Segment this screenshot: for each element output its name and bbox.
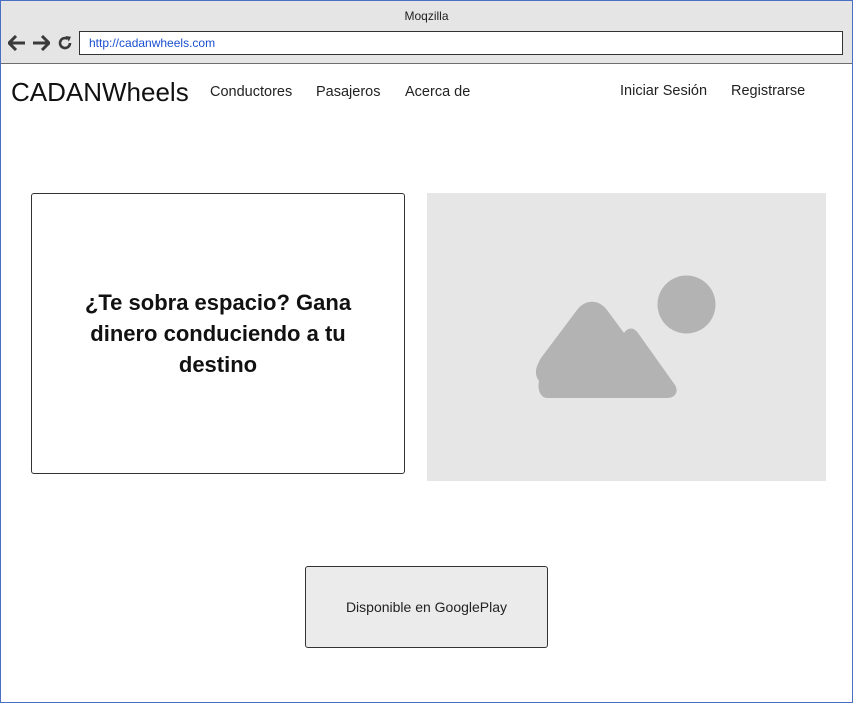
register-link[interactable]: Registrarse: [731, 83, 805, 99]
forward-button[interactable]: [31, 33, 51, 53]
nav-link-acerca-de[interactable]: Acerca de: [405, 84, 470, 100]
arrow-right-icon: [33, 35, 50, 51]
hero-text-box: ¿Te sobra espacio? Gana dinero conducien…: [31, 193, 405, 474]
image-placeholder-icon: [535, 275, 716, 398]
browser-window: Moqzilla CADANWheels Conductores Pasajer…: [0, 0, 853, 703]
back-button[interactable]: [7, 33, 27, 53]
address-bar[interactable]: [79, 31, 843, 55]
browser-chrome: Moqzilla: [1, 1, 852, 64]
window-title: Moqzilla: [404, 9, 449, 23]
url-input[interactable]: [80, 32, 842, 54]
nav-link-pasajeros[interactable]: Pasajeros: [316, 84, 380, 100]
googleplay-button[interactable]: Disponible en GooglePlay: [305, 566, 548, 648]
reload-button[interactable]: [55, 33, 75, 53]
hero-image-placeholder: [427, 193, 826, 481]
reload-icon: [58, 36, 72, 50]
nav-link-conductores[interactable]: Conductores: [210, 84, 292, 100]
site-logo[interactable]: CADANWheels: [11, 77, 189, 108]
hero-heading: ¿Te sobra espacio? Gana dinero conducien…: [84, 290, 352, 377]
arrow-left-icon: [8, 35, 25, 51]
login-link[interactable]: Iniciar Sesión: [620, 83, 707, 99]
